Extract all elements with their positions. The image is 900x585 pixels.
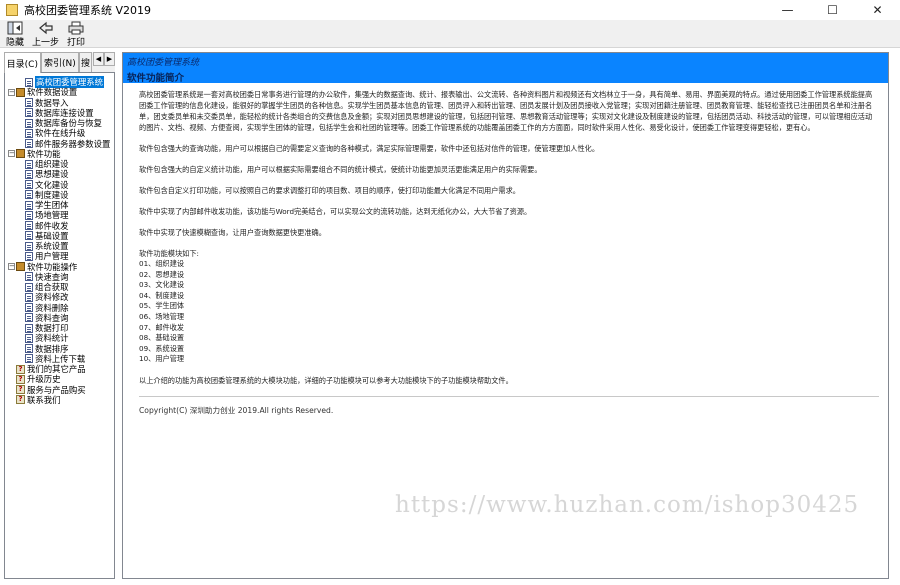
- maximize-button[interactable]: ☐: [810, 0, 855, 20]
- window-title: 高校团委管理系统 V2019: [24, 4, 152, 17]
- nav-tabs: 目录(C) 索引(N) 搜 ◀ ▶: [4, 52, 115, 73]
- print-label: 打印: [67, 38, 86, 48]
- page-icon: [25, 354, 33, 364]
- closing-paragraph: 以上介绍的功能为高校团委管理系统的大模块功能，详细的子功能模块可以参考大功能模块…: [139, 375, 513, 385]
- hide-pane-icon: [7, 21, 23, 35]
- window-controls: — ☐ ✕: [765, 0, 900, 20]
- content-body: 高校团委管理系统是一套对高校团委日常事务进行管理的办公软件，集强大的数据查询、统…: [139, 89, 879, 416]
- minimize-button[interactable]: —: [765, 0, 810, 20]
- book-icon: [16, 87, 25, 97]
- paragraph: 高校团委管理系统是一套对高校团委日常事务进行管理的办公软件，集强大的数据查询、统…: [139, 90, 873, 132]
- page-icon: [25, 169, 33, 179]
- help-topic-icon: ?: [16, 395, 25, 405]
- back-arrow-icon: [38, 21, 53, 35]
- page-icon: [25, 210, 33, 220]
- back-button[interactable]: 上一步: [28, 20, 63, 48]
- page-icon: [25, 241, 33, 251]
- list-item: 02、思想建设: [139, 269, 185, 279]
- help-topic-icon: ?: [16, 385, 25, 394]
- module-list: 01、组织建设 02、思想建设 03、文化建设 04、制度建设 05、学生团体 …: [139, 259, 879, 365]
- page-icon: [25, 77, 33, 87]
- paragraph: 软件中实现了内部邮件收发功能，该功能与Word完美结合，可以实现公文的流转功能，…: [139, 207, 532, 216]
- printer-icon: [68, 21, 84, 35]
- page-icon: [25, 200, 33, 210]
- hide-button[interactable]: 隐藏: [2, 20, 28, 48]
- paragraph: 软件中实现了快速模糊查询，让用户查询数据更快更准确。: [139, 228, 326, 237]
- list-item: 04、制度建设: [139, 290, 185, 300]
- list-item: 08、基础设置: [139, 333, 185, 343]
- list-item: 03、文化建设: [139, 280, 185, 290]
- tree-item-label: 联系我们: [27, 394, 61, 405]
- page-icon: [25, 323, 33, 333]
- page-icon: [25, 118, 33, 128]
- list-item: 06、场地管理: [139, 311, 185, 321]
- book-icon: [16, 262, 25, 271]
- app-icon: [6, 4, 18, 16]
- tab-search[interactable]: 搜: [79, 52, 92, 72]
- page-icon: [25, 128, 33, 138]
- tree-item[interactable]: ? 联系我们: [8, 395, 61, 405]
- tab-contents[interactable]: 目录(C): [4, 52, 41, 73]
- contents-tree[interactable]: 高校团委管理系统 − 软件数据设置 数据导入 数据库连接设置 数据库备份与恢复 软件在线升级…: [4, 72, 115, 579]
- print-button[interactable]: 打印: [63, 20, 89, 48]
- paragraph: 软件包含自定义打印功能，可以按照自己的要求调整打印的项目数、项目的顺序，使打印功…: [139, 186, 520, 195]
- list-item: 10、用户管理: [139, 354, 185, 364]
- page-icon: [25, 190, 33, 200]
- modules-title: 软件功能模块如下:: [139, 249, 199, 258]
- back-label: 上一步: [32, 38, 60, 48]
- collapse-icon[interactable]: −: [8, 263, 15, 270]
- navigation-pane: 目录(C) 索引(N) 搜 ◀ ▶ 高校团委管理系统 − 软件数据设置 数据导入 数据库…: [4, 52, 115, 579]
- collapse-icon[interactable]: −: [8, 88, 15, 96]
- header-subtitle: 高校团委管理系统: [127, 58, 200, 68]
- divider: [139, 395, 879, 397]
- help-topic-icon: ?: [16, 364, 25, 374]
- page-icon: [25, 313, 33, 323]
- page-icon: [25, 108, 33, 118]
- tab-scroll-left-icon[interactable]: ◀: [93, 52, 104, 66]
- tab-scroll-right-icon[interactable]: ▶: [104, 52, 115, 66]
- page-icon: [25, 139, 33, 148]
- page-icon: [25, 344, 33, 353]
- page-icon: [25, 221, 33, 230]
- toolbar: 隐藏 上一步 打印: [0, 20, 900, 48]
- page-icon: [25, 159, 33, 169]
- watermark: https://www.huzhan.com/ishop30425: [395, 492, 860, 518]
- book-icon: [16, 149, 25, 159]
- content-header: 高校团委管理系统 软件功能简介: [123, 53, 888, 84]
- paragraph: 软件包含强大的自定义统计功能，用户可以根据实际需要组合不同的统计模式，使统计功能…: [139, 165, 542, 174]
- collapse-icon[interactable]: −: [8, 150, 15, 158]
- page-title: 软件功能简介: [127, 73, 185, 84]
- list-item: 01、组织建设: [139, 259, 185, 268]
- list-item: 09、系统设置: [139, 343, 185, 353]
- tab-scroll: ◀ ▶: [93, 52, 115, 72]
- copyright: Copyright(C) 深圳助力创业 2019.All rights Rese…: [139, 405, 334, 415]
- page-icon: [25, 292, 33, 302]
- tab-index[interactable]: 索引(N): [40, 52, 80, 72]
- close-button[interactable]: ✕: [855, 0, 900, 20]
- list-item: 07、邮件收发: [139, 322, 185, 332]
- help-topic-icon: ?: [16, 374, 25, 384]
- list-item: 05、学生团体: [139, 301, 185, 311]
- page-icon: [25, 98, 33, 107]
- page-icon: [25, 180, 33, 189]
- page-icon: [25, 251, 33, 261]
- page-icon: [25, 231, 33, 241]
- page-icon: [25, 272, 33, 282]
- page-icon: [25, 303, 33, 312]
- page-icon: [25, 333, 33, 343]
- title-bar: 高校团委管理系统 V2019 — ☐ ✕: [0, 0, 900, 20]
- page-icon: [25, 282, 33, 292]
- paragraph: 软件包含强大的查询功能，用户可以根据自己的需要定义查询的各种模式，满足实际管理需…: [139, 144, 600, 153]
- hide-label: 隐藏: [6, 38, 25, 48]
